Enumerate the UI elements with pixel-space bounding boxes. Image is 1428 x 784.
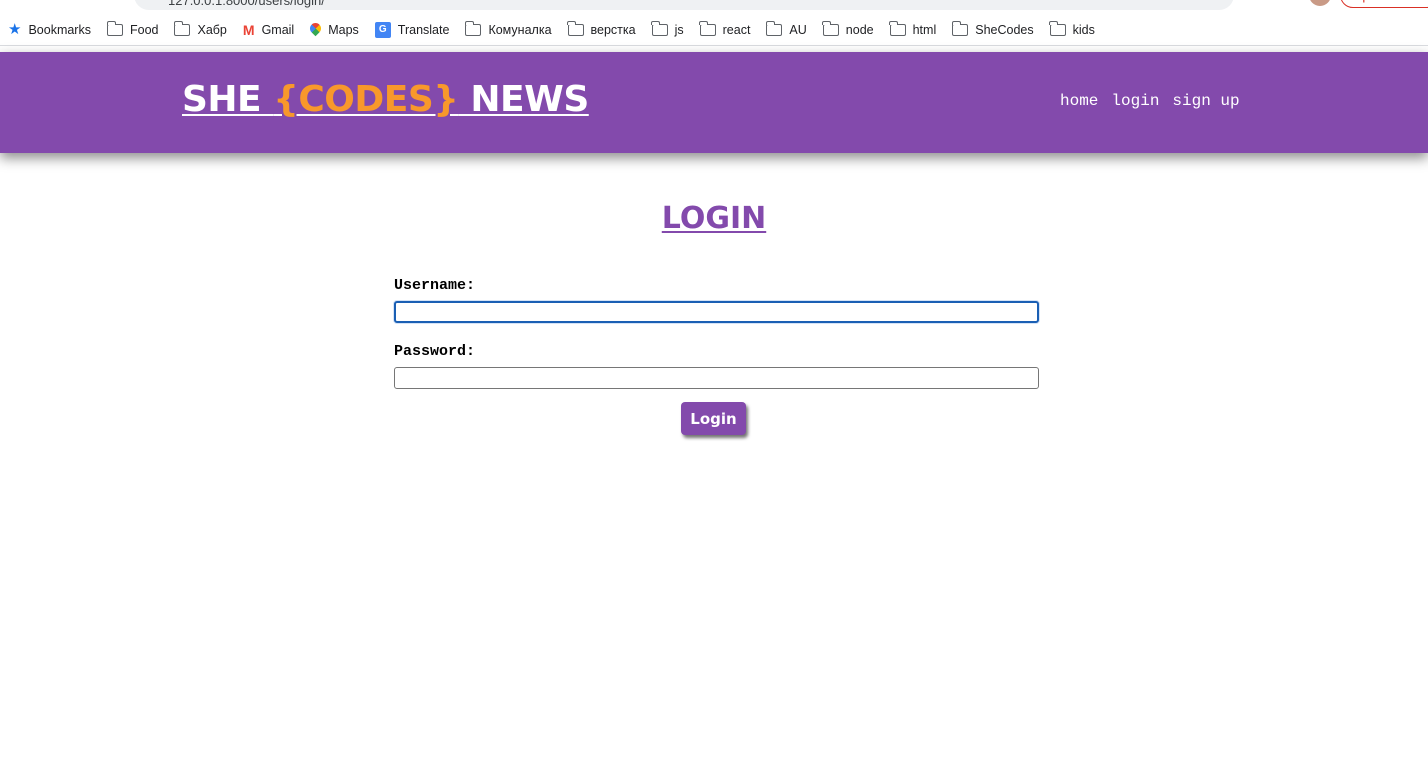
- bookmark-folder-node[interactable]: node: [822, 20, 874, 37]
- bookmark-label: AU: [789, 22, 807, 37]
- nav-signup-link[interactable]: sign up: [1172, 92, 1239, 110]
- folder-icon: [766, 20, 783, 36]
- bookmark-gmail[interactable]: M Gmail: [243, 23, 294, 37]
- brand-text-news: NEWS: [458, 79, 589, 120]
- bookmark-label: js: [674, 22, 684, 37]
- bookmark-label: react: [722, 22, 751, 37]
- bookmark-label: верстка: [590, 22, 636, 37]
- bookmark-label: Bookmarks: [28, 22, 91, 37]
- profile-avatar[interactable]: [1309, 0, 1331, 6]
- folder-icon: [951, 20, 969, 36]
- folder-icon: [106, 20, 123, 36]
- bookmark-maps[interactable]: Maps: [310, 23, 359, 37]
- bookmark-label: kids: [1072, 22, 1095, 37]
- gmail-icon: M: [242, 21, 255, 38]
- nav-home-link[interactable]: home: [1060, 92, 1098, 110]
- bookmark-label: Gmail: [261, 22, 295, 37]
- brand-logo-link[interactable]: SHE {CODES} NEWS: [182, 80, 589, 120]
- folder-icon: [567, 20, 584, 36]
- bookmark-translate[interactable]: G Translate: [374, 21, 450, 38]
- folder-icon: [1049, 20, 1066, 36]
- bookmarks-bar: ★ Bookmarks Food Хабр M Gmail Maps G Tra…: [0, 14, 1428, 46]
- bookmark-label: SheCodes: [975, 22, 1034, 37]
- bookmark-label: Maps: [328, 22, 359, 37]
- username-input[interactable]: [394, 301, 1039, 323]
- bookmark-folder-shecodes[interactable]: SheCodes: [951, 20, 1034, 37]
- bookmark-folder-kids[interactable]: kids: [1049, 20, 1095, 37]
- bookmark-folder-food[interactable]: Food: [106, 20, 159, 37]
- translate-icon: G: [374, 21, 391, 38]
- username-label: Username:: [394, 277, 476, 294]
- bookmark-label: node: [845, 22, 874, 37]
- folder-icon: [699, 20, 716, 36]
- folder-icon: [174, 20, 191, 36]
- bookmark-folder-au[interactable]: AU: [766, 20, 807, 37]
- bookmark-label: html: [912, 22, 937, 37]
- folder-icon: [889, 20, 906, 36]
- folder-icon: [651, 20, 668, 36]
- star-icon: ★: [8, 21, 22, 38]
- main-nav: home login sign up: [1060, 92, 1240, 110]
- maps-icon: [310, 23, 321, 37]
- bookmark-folder-habr[interactable]: Хабр: [174, 20, 227, 37]
- bookmark-label: Translate: [397, 22, 450, 37]
- nav-login-link[interactable]: login: [1111, 92, 1159, 110]
- bookmark-label: Food: [129, 22, 159, 37]
- site-header: SHE {CODES} NEWS home login sign up: [0, 52, 1428, 153]
- bookmark-folder-verstka[interactable]: верстка: [567, 20, 636, 37]
- bookmark-folder-react[interactable]: react: [699, 20, 751, 37]
- password-input[interactable]: [394, 367, 1039, 389]
- brand-text-codes: {CODES}: [273, 79, 459, 120]
- brand-text-she: SHE: [182, 79, 274, 120]
- page-title: LOGIN: [661, 201, 767, 236]
- folder-icon: [465, 20, 482, 36]
- bookmark-folder-komunalka[interactable]: Комуналка: [465, 20, 552, 37]
- bookmark-bookmarks[interactable]: ★ Bookmarks: [8, 22, 91, 37]
- login-submit-button[interactable]: Login: [681, 402, 746, 435]
- folder-icon: [822, 20, 839, 36]
- bookmark-folder-js[interactable]: js: [651, 20, 684, 37]
- password-label: Password:: [394, 343, 476, 360]
- browser-toolbar: 127.0.0.1:8000/users/login/ Update: [0, 0, 1428, 14]
- address-bar-url[interactable]: 127.0.0.1:8000/users/login/: [168, 0, 325, 8]
- update-button[interactable]: Update: [1340, 0, 1428, 8]
- bookmark-label: Хабр: [197, 22, 227, 37]
- bookmark-label: Комуналка: [488, 22, 552, 37]
- bookmark-folder-html[interactable]: html: [889, 20, 937, 37]
